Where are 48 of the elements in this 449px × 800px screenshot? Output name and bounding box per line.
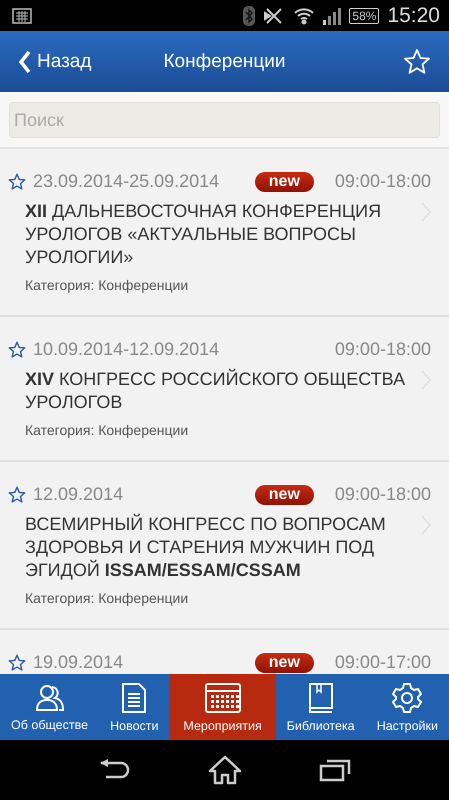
chevron-left-icon	[18, 50, 31, 74]
battery-indicator: 58%	[349, 8, 380, 24]
bluetooth-icon	[243, 6, 256, 26]
new-badge: new	[254, 652, 314, 672]
calendar-icon	[12, 8, 32, 24]
event-category: Категория: Конференции	[25, 422, 190, 438]
tab[interactable]: Настройки	[366, 674, 449, 740]
document-icon	[121, 682, 148, 714]
event-date: 23.09.2014-25.09.2014	[33, 171, 220, 192]
tab[interactable]: Мероприятия	[170, 674, 276, 740]
people-icon	[34, 682, 65, 712]
star-icon[interactable]	[8, 340, 26, 358]
event-date: 10.09.2014-12.09.2014	[33, 339, 220, 360]
tab[interactable]: Новости	[99, 674, 170, 740]
event-item[interactable]: 12.09.2014 new 09:00-18:00 ВСЕМИРНЫЙ КОНГРЕСС ПО ВОПРОСАМ ЗДОРОВЬЯ И СТАРЕНИЯ МУЖЧИН ПОД ЭГИДОЙ ISSAM/ESSAM/CSSAM Категория: Конференции	[0, 462, 449, 628]
book-icon	[306, 682, 335, 714]
event-time: 09:00-18:00	[334, 171, 431, 192]
event-title: XII ДАЛЬНЕВОСТОЧНАЯ КОНФЕРЕНЦИЯ УРОЛОГОВ «АКТУАЛЬНЫЕ ВОПРОСЫ УРОЛОГИИ»	[25, 200, 382, 269]
event-category: Категория: Конференции	[25, 277, 190, 293]
star-icon[interactable]	[8, 654, 26, 672]
event-title: XIV КОНГРЕСС РОССИЙСКОГО ОБЩЕСТВА УРОЛОГОВ	[25, 368, 406, 414]
star-icon[interactable]	[8, 172, 26, 190]
back-button[interactable]: Назад	[18, 50, 92, 74]
tab[interactable]: Об обществе	[0, 674, 100, 740]
search-field[interactable]: Поиск	[9, 102, 440, 138]
wifi-icon	[293, 6, 316, 26]
screen-title: Конференции	[163, 50, 286, 72]
event-time: 09:00-18:00	[334, 339, 431, 360]
event-time: 09:00-17:00	[334, 652, 431, 673]
signal-icon	[323, 6, 342, 24]
event-title: ВСЕМИРНЫЙ КОНГРЕСС ПО ВОПРОСАМ ЗДОРОВЬЯ И СТАРЕНИЯ МУЖЧИН ПОД ЭГИДОЙ ISSAM/ESSAM/CSSAM	[25, 513, 387, 582]
event-date: 19.09.2014	[33, 652, 124, 673]
star-icon[interactable]	[8, 486, 26, 504]
recent-apps-icon[interactable]	[318, 758, 351, 782]
tab[interactable]: Библиотека	[276, 674, 366, 740]
new-badge: new	[254, 484, 314, 504]
event-time: 09:00-18:00	[334, 484, 431, 505]
star-icon[interactable]	[403, 48, 431, 76]
new-badge: new	[254, 172, 314, 192]
event-item[interactable]: 10.09.2014-12.09.2014 09:00-18:00 XIV КОНГРЕСС РОССИЙСКОГО ОБЩЕСТВА УРОЛОГОВ Категория: Конференции	[0, 317, 449, 460]
event-item[interactable]: 23.09.2014-25.09.2014 new 09:00-18:00 XII ДАЛЬНЕВОСТОЧНАЯ КОНФЕРЕНЦИЯ УРОЛОГОВ «АКТУАЛЬНЫЕ ВОПРОСЫ УРОЛОГИИ» Категория: Конференции	[0, 149, 449, 315]
home-icon[interactable]	[208, 755, 242, 785]
event-category: Категория: Конференции	[25, 590, 190, 606]
calendar-icon	[204, 682, 242, 714]
event-date: 12.09.2014	[33, 484, 124, 505]
clock: 15:20	[387, 4, 440, 28]
event-item[interactable]: 19.09.2014 new 09:00-17:00	[0, 630, 449, 674]
settings-icon	[391, 682, 424, 714]
